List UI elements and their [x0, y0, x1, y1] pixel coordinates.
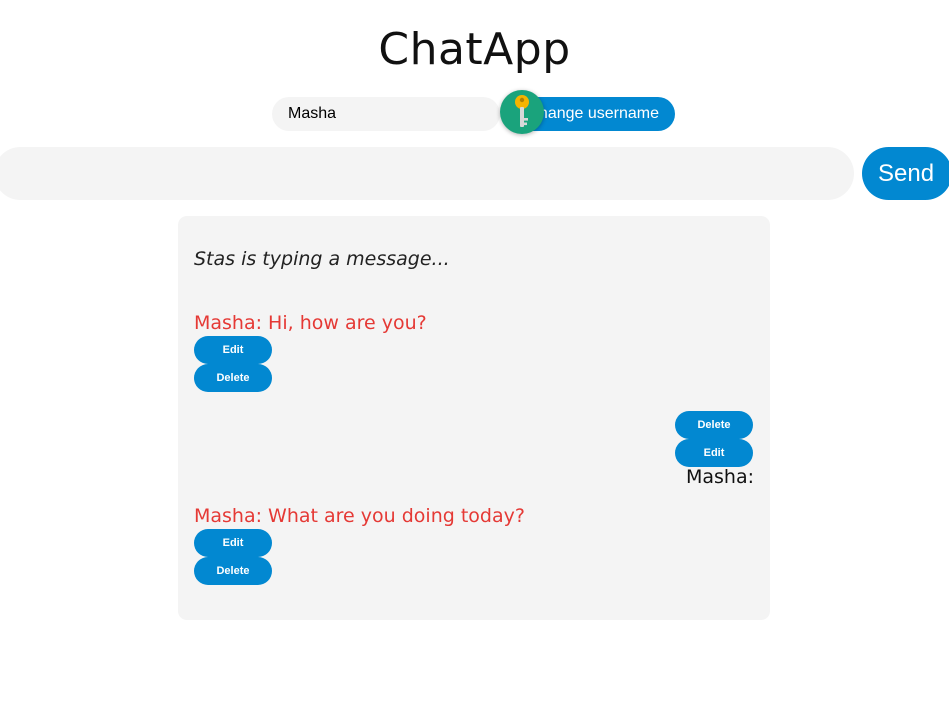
- typing-indicator: Stas is typing a message...: [194, 248, 450, 270]
- key-icon: [500, 90, 544, 134]
- delete-button[interactable]: Delete: [194, 364, 272, 392]
- edit-button[interactable]: Edit: [675, 439, 753, 467]
- own-message-author: Masha:: [685, 466, 754, 488]
- username-input[interactable]: [272, 97, 500, 131]
- send-button[interactable]: Send: [862, 147, 949, 200]
- app-title: ChatApp: [378, 24, 571, 75]
- chat-panel: Stas is typing a message... Masha: Hi, h…: [178, 216, 770, 620]
- edit-button[interactable]: Edit: [194, 529, 272, 557]
- change-username-label: Change username: [527, 105, 659, 122]
- edit-button[interactable]: Edit: [194, 336, 272, 364]
- message-text: Masha: Hi, how are you?: [194, 312, 427, 334]
- message-input[interactable]: [0, 147, 854, 200]
- delete-button[interactable]: Delete: [194, 557, 272, 585]
- message-text: Masha: What are you doing today?: [194, 505, 525, 527]
- delete-button[interactable]: Delete: [675, 411, 753, 439]
